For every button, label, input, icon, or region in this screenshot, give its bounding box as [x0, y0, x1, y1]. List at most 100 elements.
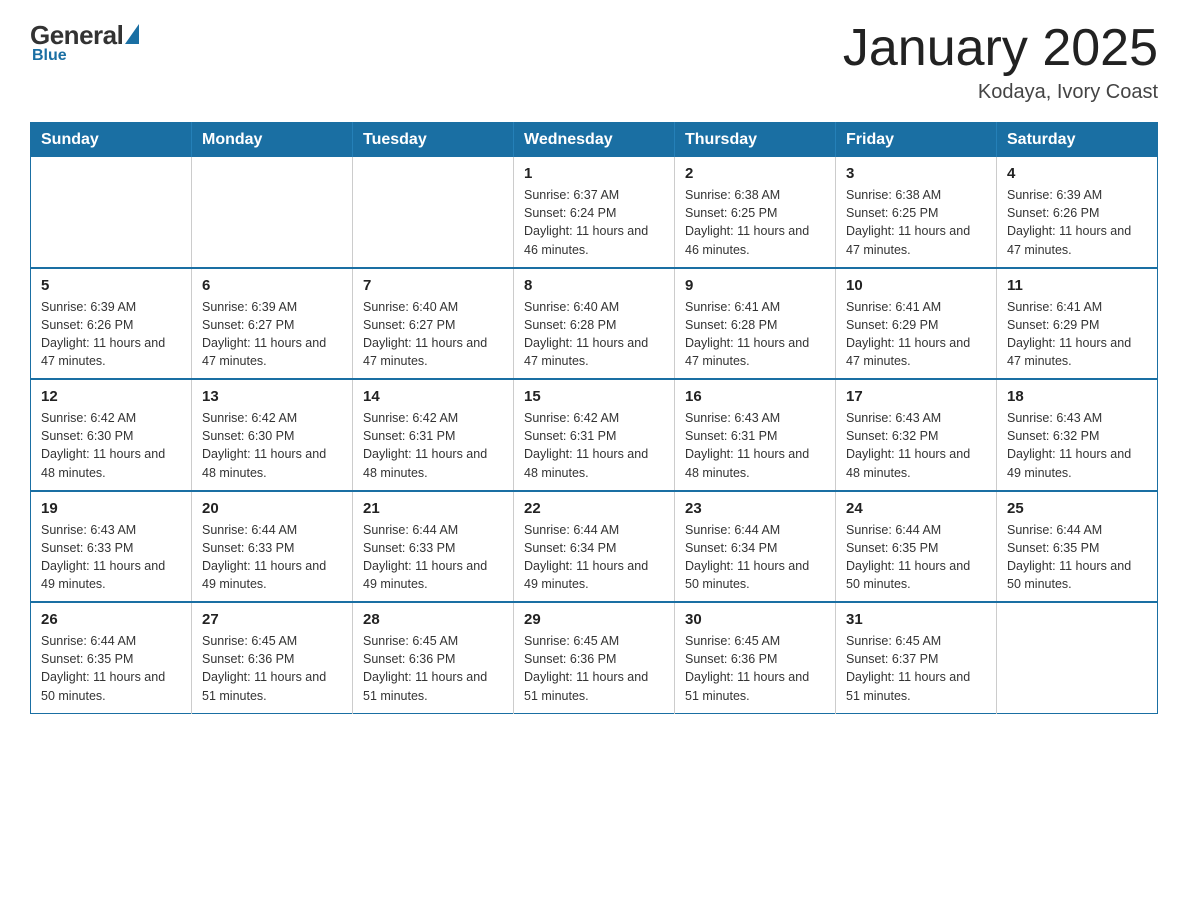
day-number: 13	[202, 388, 342, 405]
day-info: Sunrise: 6:41 AMSunset: 6:29 PMDaylight:…	[1007, 298, 1147, 371]
calendar-cell: 11Sunrise: 6:41 AMSunset: 6:29 PMDayligh…	[997, 268, 1158, 380]
calendar-cell: 6Sunrise: 6:39 AMSunset: 6:27 PMDaylight…	[192, 268, 353, 380]
calendar-cell: 9Sunrise: 6:41 AMSunset: 6:28 PMDaylight…	[675, 268, 836, 380]
location-subtitle: Kodaya, Ivory Coast	[843, 81, 1158, 104]
calendar-cell: 7Sunrise: 6:40 AMSunset: 6:27 PMDaylight…	[353, 268, 514, 380]
calendar-cell	[31, 157, 192, 268]
calendar-cell: 25 Sunrise: 6:44 AMSunset: 6:35 PMDayligh…	[997, 491, 1158, 603]
calendar-cell: 13 Sunrise: 6:42 AMSunset: 6:30 PMDayligh…	[192, 379, 353, 491]
calendar-cell: 29Sunrise: 6:45 AMSunset: 6:36 PMDayligh…	[514, 602, 675, 713]
day-info: Sunrise: 6:40 AMSunset: 6:28 PMDaylight:…	[524, 298, 664, 371]
day-number: 15	[524, 388, 664, 405]
day-info: Sunrise: 6:44 AMSunset: 6:35 PMDaylight:…	[41, 632, 181, 705]
day-number: 21	[363, 500, 503, 517]
calendar-cell: 16 Sunrise: 6:43 AMSunset: 6:31 PMDayligh…	[675, 379, 836, 491]
calendar-cell: 15 Sunrise: 6:42 AMSunset: 6:31 PMDayligh…	[514, 379, 675, 491]
calendar-cell: 30Sunrise: 6:45 AMSunset: 6:36 PMDayligh…	[675, 602, 836, 713]
weekday-header-sunday: Sunday	[31, 123, 192, 158]
day-number: 5	[41, 277, 181, 294]
day-number: 14	[363, 388, 503, 405]
day-number: 24	[846, 500, 986, 517]
day-info: Sunrise: 6:39 AMSunset: 6:26 PMDaylight:…	[41, 298, 181, 371]
day-number: 22	[524, 500, 664, 517]
calendar-cell	[997, 602, 1158, 713]
calendar-cell: 26Sunrise: 6:44 AMSunset: 6:35 PMDayligh…	[31, 602, 192, 713]
day-info: Sunrise: 6:45 AMSunset: 6:36 PMDaylight:…	[524, 632, 664, 705]
calendar-cell: 21 Sunrise: 6:44 AMSunset: 6:33 PMDayligh…	[353, 491, 514, 603]
calendar-cell: 14 Sunrise: 6:42 AMSunset: 6:31 PMDayligh…	[353, 379, 514, 491]
day-info: Sunrise: 6:38 AMSunset: 6:25 PMDaylight:…	[685, 186, 825, 259]
day-info: Sunrise: 6:43 AMSunset: 6:32 PMDaylight:…	[846, 409, 986, 482]
day-number: 16	[685, 388, 825, 405]
day-number: 7	[363, 277, 503, 294]
logo: General Blue	[30, 20, 139, 65]
day-info: Sunrise: 6:44 AMSunset: 6:33 PMDaylight:…	[202, 521, 342, 594]
calendar-cell: 24 Sunrise: 6:44 AMSunset: 6:35 PMDayligh…	[836, 491, 997, 603]
day-number: 8	[524, 277, 664, 294]
day-info: Sunrise: 6:39 AMSunset: 6:26 PMDaylight:…	[1007, 186, 1147, 259]
calendar-cell: 17Sunrise: 6:43 AMSunset: 6:32 PMDayligh…	[836, 379, 997, 491]
day-info: Sunrise: 6:45 AMSunset: 6:36 PMDaylight:…	[202, 632, 342, 705]
day-info: Sunrise: 6:42 AMSunset: 6:31 PMDaylight:…	[363, 409, 503, 482]
day-info: Sunrise: 6:39 AMSunset: 6:27 PMDaylight:…	[202, 298, 342, 371]
calendar-week-row: 12Sunrise: 6:42 AMSunset: 6:30 PMDayligh…	[31, 379, 1158, 491]
calendar-table: SundayMondayTuesdayWednesdayThursdayFrid…	[30, 122, 1158, 714]
day-info: Sunrise: 6:43 AMSunset: 6:33 PMDaylight:…	[41, 521, 181, 594]
day-number: 19	[41, 500, 181, 517]
title-area: January 2025 Kodaya, Ivory Coast	[843, 20, 1158, 104]
day-info: Sunrise: 6:43 AMSunset: 6:32 PMDaylight:…	[1007, 409, 1147, 482]
day-info: Sunrise: 6:42 AMSunset: 6:30 PMDaylight:…	[41, 409, 181, 482]
day-info: Sunrise: 6:42 AMSunset: 6:31 PMDaylight:…	[524, 409, 664, 482]
day-info: Sunrise: 6:45 AMSunset: 6:36 PMDaylight:…	[363, 632, 503, 705]
calendar-week-row: 19 Sunrise: 6:43 AMSunset: 6:33 PMDayligh…	[31, 491, 1158, 603]
calendar-cell: 8 Sunrise: 6:40 AMSunset: 6:28 PMDaylight…	[514, 268, 675, 380]
day-info: Sunrise: 6:44 AMSunset: 6:35 PMDaylight:…	[1007, 521, 1147, 594]
calendar-cell: 20 Sunrise: 6:44 AMSunset: 6:33 PMDayligh…	[192, 491, 353, 603]
calendar-week-row: 5 Sunrise: 6:39 AMSunset: 6:26 PMDaylight…	[31, 268, 1158, 380]
day-number: 27	[202, 611, 342, 628]
day-info: Sunrise: 6:43 AMSunset: 6:31 PMDaylight:…	[685, 409, 825, 482]
day-number: 30	[685, 611, 825, 628]
month-title: January 2025	[843, 20, 1158, 77]
weekday-header-tuesday: Tuesday	[353, 123, 514, 158]
weekday-header-saturday: Saturday	[997, 123, 1158, 158]
calendar-cell: 31 Sunrise: 6:45 AMSunset: 6:37 PMDayligh…	[836, 602, 997, 713]
day-number: 23	[685, 500, 825, 517]
weekday-header-monday: Monday	[192, 123, 353, 158]
calendar-cell	[353, 157, 514, 268]
logo-blue-text: Blue	[32, 47, 67, 65]
weekday-header-friday: Friday	[836, 123, 997, 158]
day-number: 18	[1007, 388, 1147, 405]
page-header: General Blue January 2025 Kodaya, Ivory …	[30, 20, 1158, 104]
day-number: 25	[1007, 500, 1147, 517]
calendar-cell: 27 Sunrise: 6:45 AMSunset: 6:36 PMDayligh…	[192, 602, 353, 713]
day-number: 4	[1007, 165, 1147, 182]
day-number: 2	[685, 165, 825, 182]
calendar-week-row: 1 Sunrise: 6:37 AMSunset: 6:24 PMDaylight…	[31, 157, 1158, 268]
day-number: 3	[846, 165, 986, 182]
day-info: Sunrise: 6:41 AMSunset: 6:29 PMDaylight:…	[846, 298, 986, 371]
day-number: 31	[846, 611, 986, 628]
calendar-cell: 22Sunrise: 6:44 AMSunset: 6:34 PMDayligh…	[514, 491, 675, 603]
calendar-cell: 1 Sunrise: 6:37 AMSunset: 6:24 PMDaylight…	[514, 157, 675, 268]
weekday-header-row: SundayMondayTuesdayWednesdayThursdayFrid…	[31, 123, 1158, 158]
day-info: Sunrise: 6:44 AMSunset: 6:34 PMDaylight:…	[685, 521, 825, 594]
day-info: Sunrise: 6:38 AMSunset: 6:25 PMDaylight:…	[846, 186, 986, 259]
day-number: 9	[685, 277, 825, 294]
day-number: 20	[202, 500, 342, 517]
calendar-cell: 18 Sunrise: 6:43 AMSunset: 6:32 PMDayligh…	[997, 379, 1158, 491]
day-number: 1	[524, 165, 664, 182]
calendar-cell: 2 Sunrise: 6:38 AMSunset: 6:25 PMDaylight…	[675, 157, 836, 268]
logo-triangle-icon	[125, 24, 139, 44]
day-info: Sunrise: 6:42 AMSunset: 6:30 PMDaylight:…	[202, 409, 342, 482]
calendar-week-row: 26Sunrise: 6:44 AMSunset: 6:35 PMDayligh…	[31, 602, 1158, 713]
day-info: Sunrise: 6:44 AMSunset: 6:35 PMDaylight:…	[846, 521, 986, 594]
weekday-header-wednesday: Wednesday	[514, 123, 675, 158]
calendar-cell: 19 Sunrise: 6:43 AMSunset: 6:33 PMDayligh…	[31, 491, 192, 603]
calendar-cell: 10 Sunrise: 6:41 AMSunset: 6:29 PMDayligh…	[836, 268, 997, 380]
day-info: Sunrise: 6:44 AMSunset: 6:33 PMDaylight:…	[363, 521, 503, 594]
day-info: Sunrise: 6:45 AMSunset: 6:37 PMDaylight:…	[846, 632, 986, 705]
weekday-header-thursday: Thursday	[675, 123, 836, 158]
day-info: Sunrise: 6:37 AMSunset: 6:24 PMDaylight:…	[524, 186, 664, 259]
day-number: 10	[846, 277, 986, 294]
